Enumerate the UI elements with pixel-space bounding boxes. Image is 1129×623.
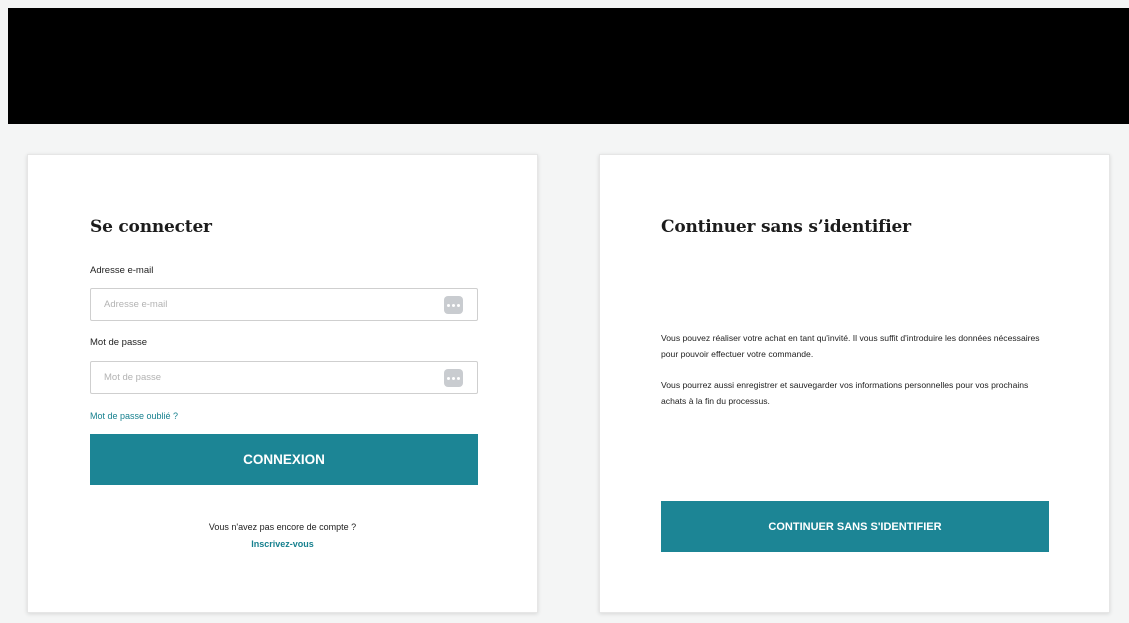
password-manager-dots-icon[interactable] (444, 296, 463, 314)
no-account-text: Vous n'avez pas encore de compte ? (208, 522, 357, 532)
guest-card: Continuer sans s’identifier Vous pouvez … (599, 154, 1110, 613)
password-manager-dots-icon[interactable] (444, 369, 463, 387)
page: Se connecter Adresse e-mail Mot de passe… (0, 0, 1129, 623)
guest-title: Continuer sans s’identifier (661, 217, 911, 237)
continue-as-guest-button[interactable]: CONTINUER SANS S'IDENTIFIER (661, 501, 1049, 552)
forgot-password-link[interactable]: Mot de passe oublié ? (90, 411, 178, 421)
header-band (8, 8, 1129, 124)
email-input[interactable] (91, 289, 477, 320)
password-field-wrapper (90, 361, 478, 394)
signup-link[interactable]: Inscrivez-vous (28, 539, 537, 549)
password-input[interactable] (91, 362, 477, 393)
email-label: Adresse e-mail (90, 265, 154, 276)
login-title: Se connecter (90, 217, 212, 237)
login-card: Se connecter Adresse e-mail Mot de passe… (27, 154, 538, 613)
guest-description-2: Vous pourrez aussi enregistrer et sauveg… (661, 380, 1029, 406)
password-label: Mot de passe (90, 337, 148, 348)
login-submit-button[interactable]: CONNEXION (90, 434, 478, 485)
email-field-wrapper (90, 288, 478, 321)
guest-description-1: Vous pouvez réaliser votre achat en tant… (661, 333, 1040, 359)
